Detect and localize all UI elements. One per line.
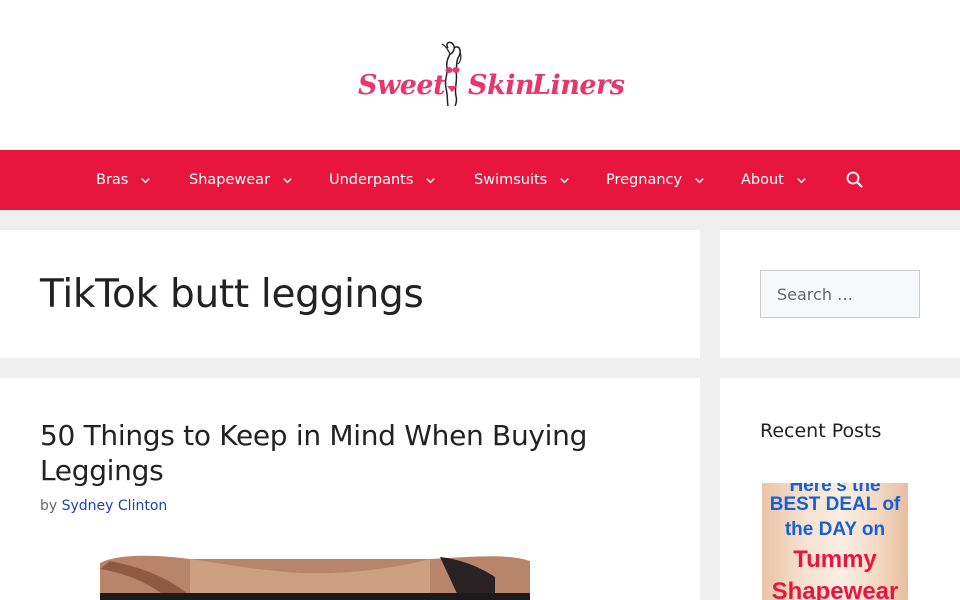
nav-item-label: Shapewear	[189, 172, 271, 188]
logo-word-2: Skin	[468, 70, 535, 101]
chevron-down-icon	[283, 177, 292, 183]
chevron-down-icon	[141, 177, 151, 183]
nav-item-underpants[interactable]: Underpants	[329, 150, 436, 210]
site-header: Sweet Skin Liners	[0, 0, 960, 150]
nav-item-label: Underpants	[329, 172, 414, 188]
nav-item-swimsuits[interactable]: Swimsuits	[474, 150, 570, 210]
nav-item-bras[interactable]: Bras	[96, 150, 151, 210]
nav-item-label: Swimsuits	[474, 172, 548, 188]
thumb-line-2: BEST DEAL of	[769, 494, 901, 515]
search-input[interactable]	[760, 270, 920, 318]
article-featured-image[interactable]	[100, 553, 530, 600]
recent-posts-title: Recent Posts	[760, 420, 882, 442]
thumb-line-5: Shapewear	[771, 578, 899, 600]
chevron-down-icon	[426, 177, 436, 183]
nav-item-pregnancy[interactable]: Pregnancy	[606, 150, 705, 210]
byline-prefix: by	[40, 498, 58, 514]
nav-item-label: Bras	[96, 172, 129, 188]
recent-post-thumbnail[interactable]: Here's the BEST DEAL of the DAY on Tummy…	[762, 483, 908, 600]
featured-photo	[100, 555, 530, 600]
chevron-down-icon	[560, 177, 569, 183]
nav-item-label: Pregnancy	[606, 172, 683, 188]
thumb-line-3: the DAY on	[784, 519, 886, 540]
page-title: TikTok butt leggings	[40, 272, 424, 317]
main-navigation: Bras Shapewear Underpants Swimsuits Preg…	[0, 150, 960, 210]
chevron-down-icon	[695, 177, 704, 183]
nav-item-shapewear[interactable]: Shapewear	[189, 150, 293, 210]
site-logo[interactable]: Sweet Skin Liners	[358, 40, 625, 112]
article-byline: by Sydney Clinton	[40, 498, 167, 514]
thumb-line-4: Tummy	[793, 546, 877, 573]
logo-word-1: Sweet	[358, 70, 446, 101]
nav-item-about[interactable]: About	[741, 150, 807, 210]
nav-item-label: About	[741, 172, 784, 188]
logo-word-3: Liners	[532, 70, 625, 101]
article-title-link[interactable]: 50 Things to Keep in Mind When Buying Le…	[40, 418, 640, 488]
logo-wordmark: Sweet Skin Liners	[358, 70, 625, 101]
chevron-down-icon	[797, 177, 806, 183]
author-link[interactable]: Sydney Clinton	[62, 498, 168, 514]
search-icon[interactable]	[845, 170, 865, 190]
